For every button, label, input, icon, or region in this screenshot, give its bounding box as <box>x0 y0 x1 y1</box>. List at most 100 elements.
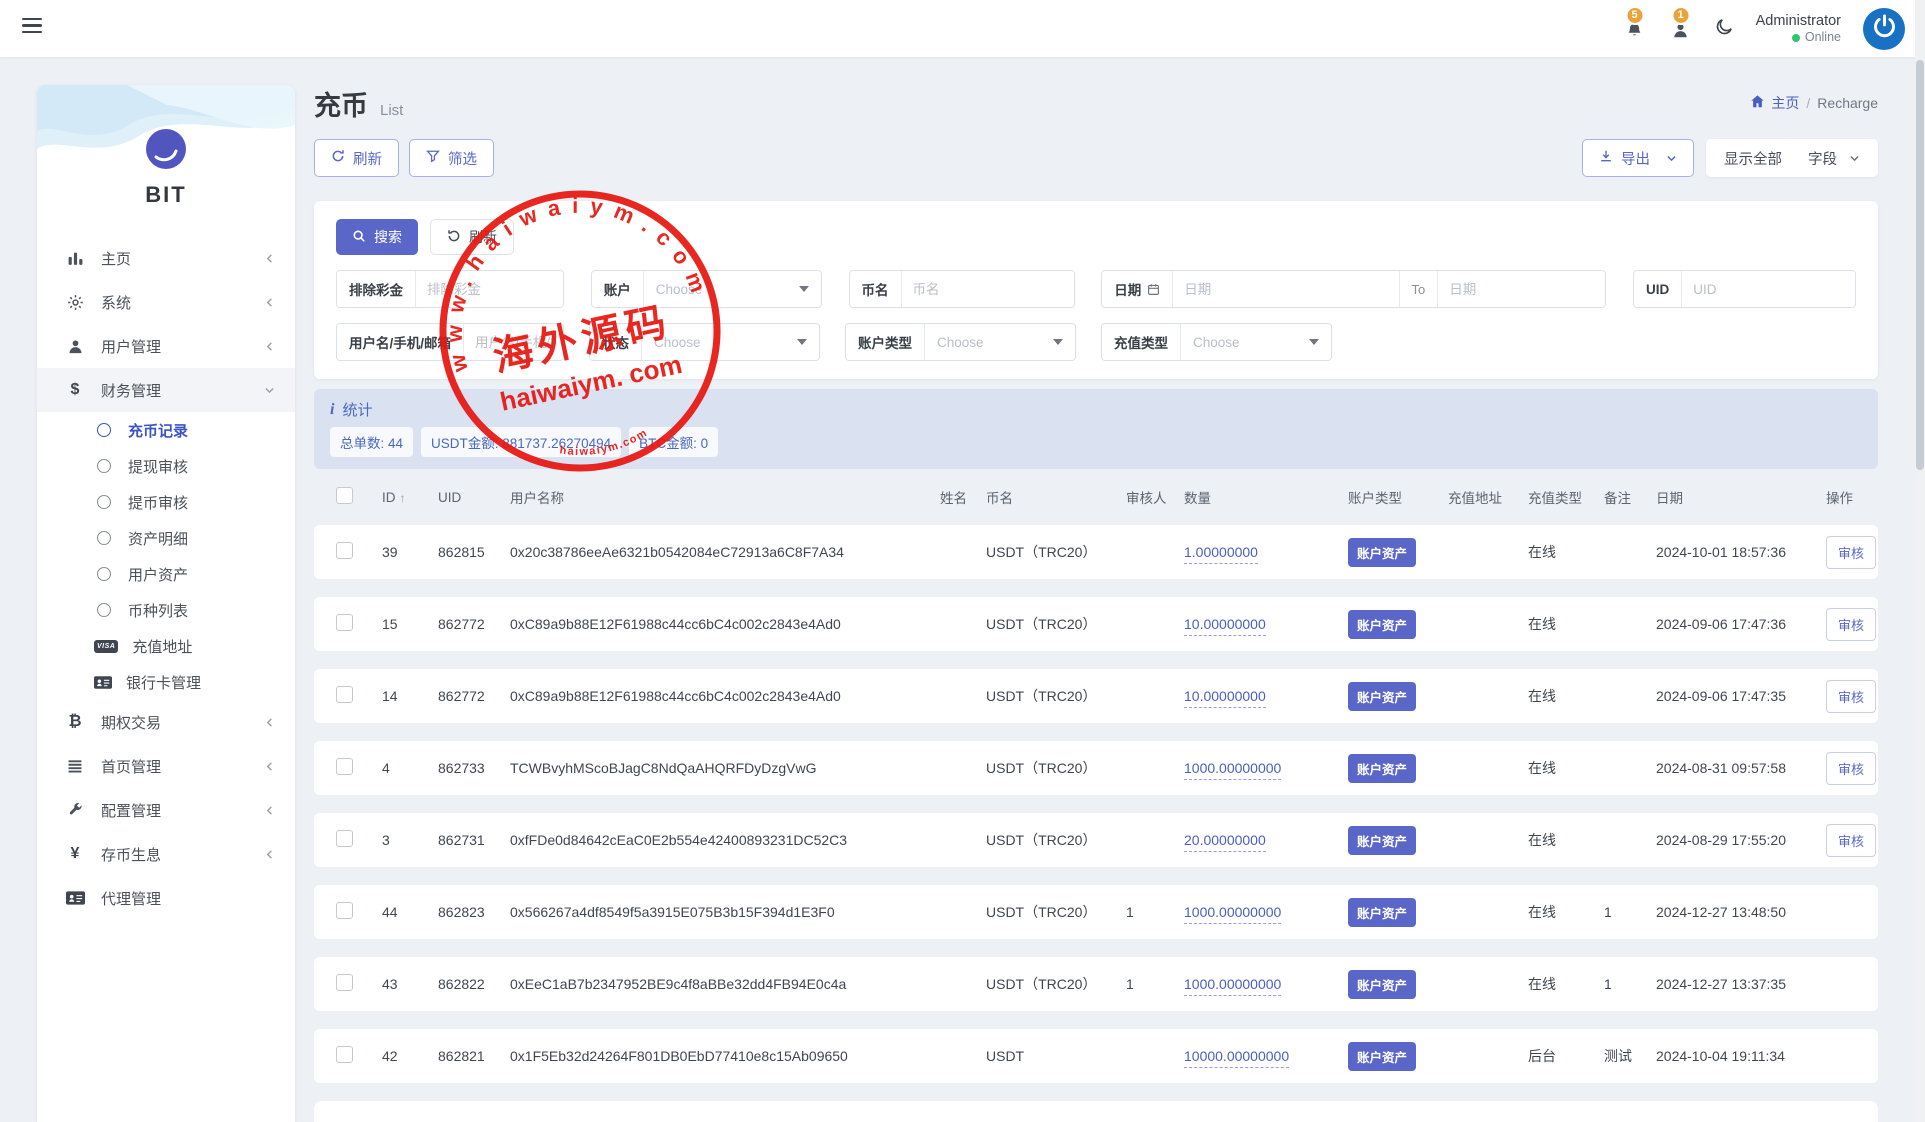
search-button[interactable]: 搜索 <box>336 219 418 255</box>
filter-row1-input-0[interactable] <box>415 271 563 307</box>
statistics-badges: 总单数: 44USDT金额: 881737.26270494BTC金额: 0 <box>330 427 1862 457</box>
filter-row2-input-0[interactable] <box>463 324 563 360</box>
sidebar-item-1[interactable]: 系统 <box>37 280 295 324</box>
sidebar-subitem-3-0[interactable]: 充币记录 <box>37 412 295 448</box>
row-checkbox[interactable] <box>336 902 353 919</box>
cell-uid: 862815 <box>430 525 502 579</box>
sidebar-subitem-3-5[interactable]: 币种列表 <box>37 592 295 628</box>
sidebar-subitem-3-3[interactable]: 资产明细 <box>37 520 295 556</box>
row-checkbox[interactable] <box>336 542 353 559</box>
caret-down-icon <box>797 339 807 345</box>
cell-coin: USDT（TRC20） <box>978 597 1118 651</box>
filter-button[interactable]: 筛选 <box>409 139 494 177</box>
sidebar-item-8[interactable]: 代理管理 <box>37 876 295 920</box>
sidebar-subitem-label: 提币审核 <box>128 492 188 513</box>
cell-date: 2024-08-31 09:57:58 <box>1648 741 1818 795</box>
export-button[interactable]: 导出 <box>1582 139 1694 177</box>
filter-row1-input-2[interactable] <box>901 271 1074 307</box>
menu-toggle-icon[interactable] <box>22 18 42 37</box>
audit-button[interactable]: 审核 <box>1826 680 1876 713</box>
row-checkbox[interactable] <box>336 686 353 703</box>
sort-up-icon[interactable]: ↑ <box>400 491 406 505</box>
qty-link[interactable]: 1.00000000 <box>1184 544 1258 564</box>
column-header-10: 备注 <box>1596 487 1648 507</box>
cell-id: 43 <box>374 957 430 1011</box>
field-label: 账户类型 <box>846 332 924 352</box>
sidebar-item-3[interactable]: $财务管理 <box>37 368 295 412</box>
sidebar-subitem-label: 充币记录 <box>128 420 188 441</box>
refresh-button[interactable]: 刷新 <box>314 139 399 177</box>
scrollbar-track[interactable] <box>1915 0 1925 1122</box>
qty-link[interactable]: 10.00000000 <box>1184 688 1266 708</box>
sidebar-item-4[interactable]: ₿期权交易 <box>37 700 295 744</box>
filter-row1-select-1[interactable]: Choose <box>643 271 821 307</box>
bitcoin-icon: ₿ <box>65 713 85 731</box>
columns-control[interactable]: 显示全部 字段 <box>1706 139 1878 177</box>
home-icon <box>1750 94 1765 112</box>
cell-recharge-type: 在线 <box>1520 525 1596 579</box>
sidebar-item-6[interactable]: 配置管理 <box>37 788 295 832</box>
notification-bell-icon[interactable]: 5 <box>1623 14 1647 44</box>
sidebar-item-7[interactable]: ¥存币生息 <box>37 832 295 876</box>
sidebar-subitem-3-6[interactable]: VISA充值地址 <box>37 628 295 664</box>
breadcrumb-home[interactable]: 主页 <box>1750 93 1799 113</box>
cell-username: 0xC89a9b88E12F61988c44cc6bC4c002c2843e4A… <box>502 669 932 723</box>
cell-note <box>1596 669 1648 723</box>
cell-date: 2024-12-27 13:37:35 <box>1648 957 1818 1011</box>
cell-coin: USDT（TRC20） <box>978 741 1118 795</box>
sidebar-item-5[interactable]: 首页管理 <box>37 744 295 788</box>
row-checkbox[interactable] <box>336 614 353 631</box>
date-from-input[interactable] <box>1172 271 1398 307</box>
qty-link[interactable]: 1000.00000000 <box>1184 976 1281 996</box>
cell-auditor <box>1118 669 1176 723</box>
filter-row1-input-4[interactable] <box>1681 271 1855 307</box>
avatar[interactable] <box>1863 8 1905 50</box>
sidebar-subitem-3-1[interactable]: 提现审核 <box>37 448 295 484</box>
sidebar-subitem-3-2[interactable]: 提币审核 <box>37 484 295 520</box>
cell-action <box>1818 1029 1878 1083</box>
filter-row2-select-1[interactable]: Choose <box>641 324 819 360</box>
cell-note: 1 <box>1596 957 1648 1011</box>
qty-link[interactable]: 20.00000000 <box>1184 832 1266 852</box>
scrollbar-thumb[interactable] <box>1916 60 1924 470</box>
cell-uid: 862772 <box>430 669 502 723</box>
chev-left-icon <box>264 341 275 352</box>
breadcrumb-current: Recharge <box>1817 95 1878 111</box>
sidebar-item-0[interactable]: 主页 <box>37 236 295 280</box>
row-checkbox[interactable] <box>336 974 353 991</box>
dark-mode-toggle[interactable] <box>1715 17 1734 41</box>
qty-link[interactable]: 10.00000000 <box>1184 616 1266 636</box>
row-checkbox[interactable] <box>336 758 353 775</box>
sidebar-subitem-3-7[interactable]: 银行卡管理 <box>37 664 295 700</box>
qty-link[interactable]: 1000.00000000 <box>1184 904 1281 924</box>
sidebar-subitem-3-4[interactable]: 用户资产 <box>37 556 295 592</box>
cell-id: 42 <box>374 1029 430 1083</box>
account-type-badge: 账户资产 <box>1348 898 1416 927</box>
audit-button[interactable]: 审核 <box>1826 824 1876 857</box>
sidebar-item-2[interactable]: 用户管理 <box>37 324 295 368</box>
row-checkbox[interactable] <box>336 830 353 847</box>
sidebar-subitem-label: 提现审核 <box>128 456 188 477</box>
filter-refresh-button[interactable]: 刷新 <box>430 219 514 255</box>
caret-down-icon <box>1053 339 1063 345</box>
qty-link[interactable]: 10000.00000000 <box>1184 1048 1289 1068</box>
fields-label[interactable]: 字段 <box>1808 148 1837 169</box>
bell-icon <box>1626 22 1643 44</box>
cell-coin: USDT（TRC20） <box>978 813 1118 867</box>
user-alert-icon[interactable]: 1 <box>1669 14 1693 44</box>
filter-row2-select-2[interactable]: Choose <box>924 324 1075 360</box>
cell-realname <box>932 885 978 939</box>
audit-button[interactable]: 审核 <box>1826 608 1876 641</box>
audit-button[interactable]: 审核 <box>1826 536 1876 569</box>
row-checkbox[interactable] <box>336 1046 353 1063</box>
filter-row2-select-3[interactable]: Choose <box>1180 324 1331 360</box>
show-all-label[interactable]: 显示全部 <box>1724 148 1782 169</box>
column-header-0[interactable]: ID↑ <box>374 487 430 507</box>
date-to-input[interactable] <box>1437 271 1605 307</box>
users-icon <box>65 338 85 355</box>
audit-button[interactable]: 审核 <box>1826 752 1876 785</box>
qty-link[interactable]: 1000.00000000 <box>1184 760 1281 780</box>
sidebar-subitem-label: 银行卡管理 <box>126 672 201 693</box>
cell-realname <box>932 957 978 1011</box>
select-all-checkbox[interactable] <box>336 487 353 504</box>
